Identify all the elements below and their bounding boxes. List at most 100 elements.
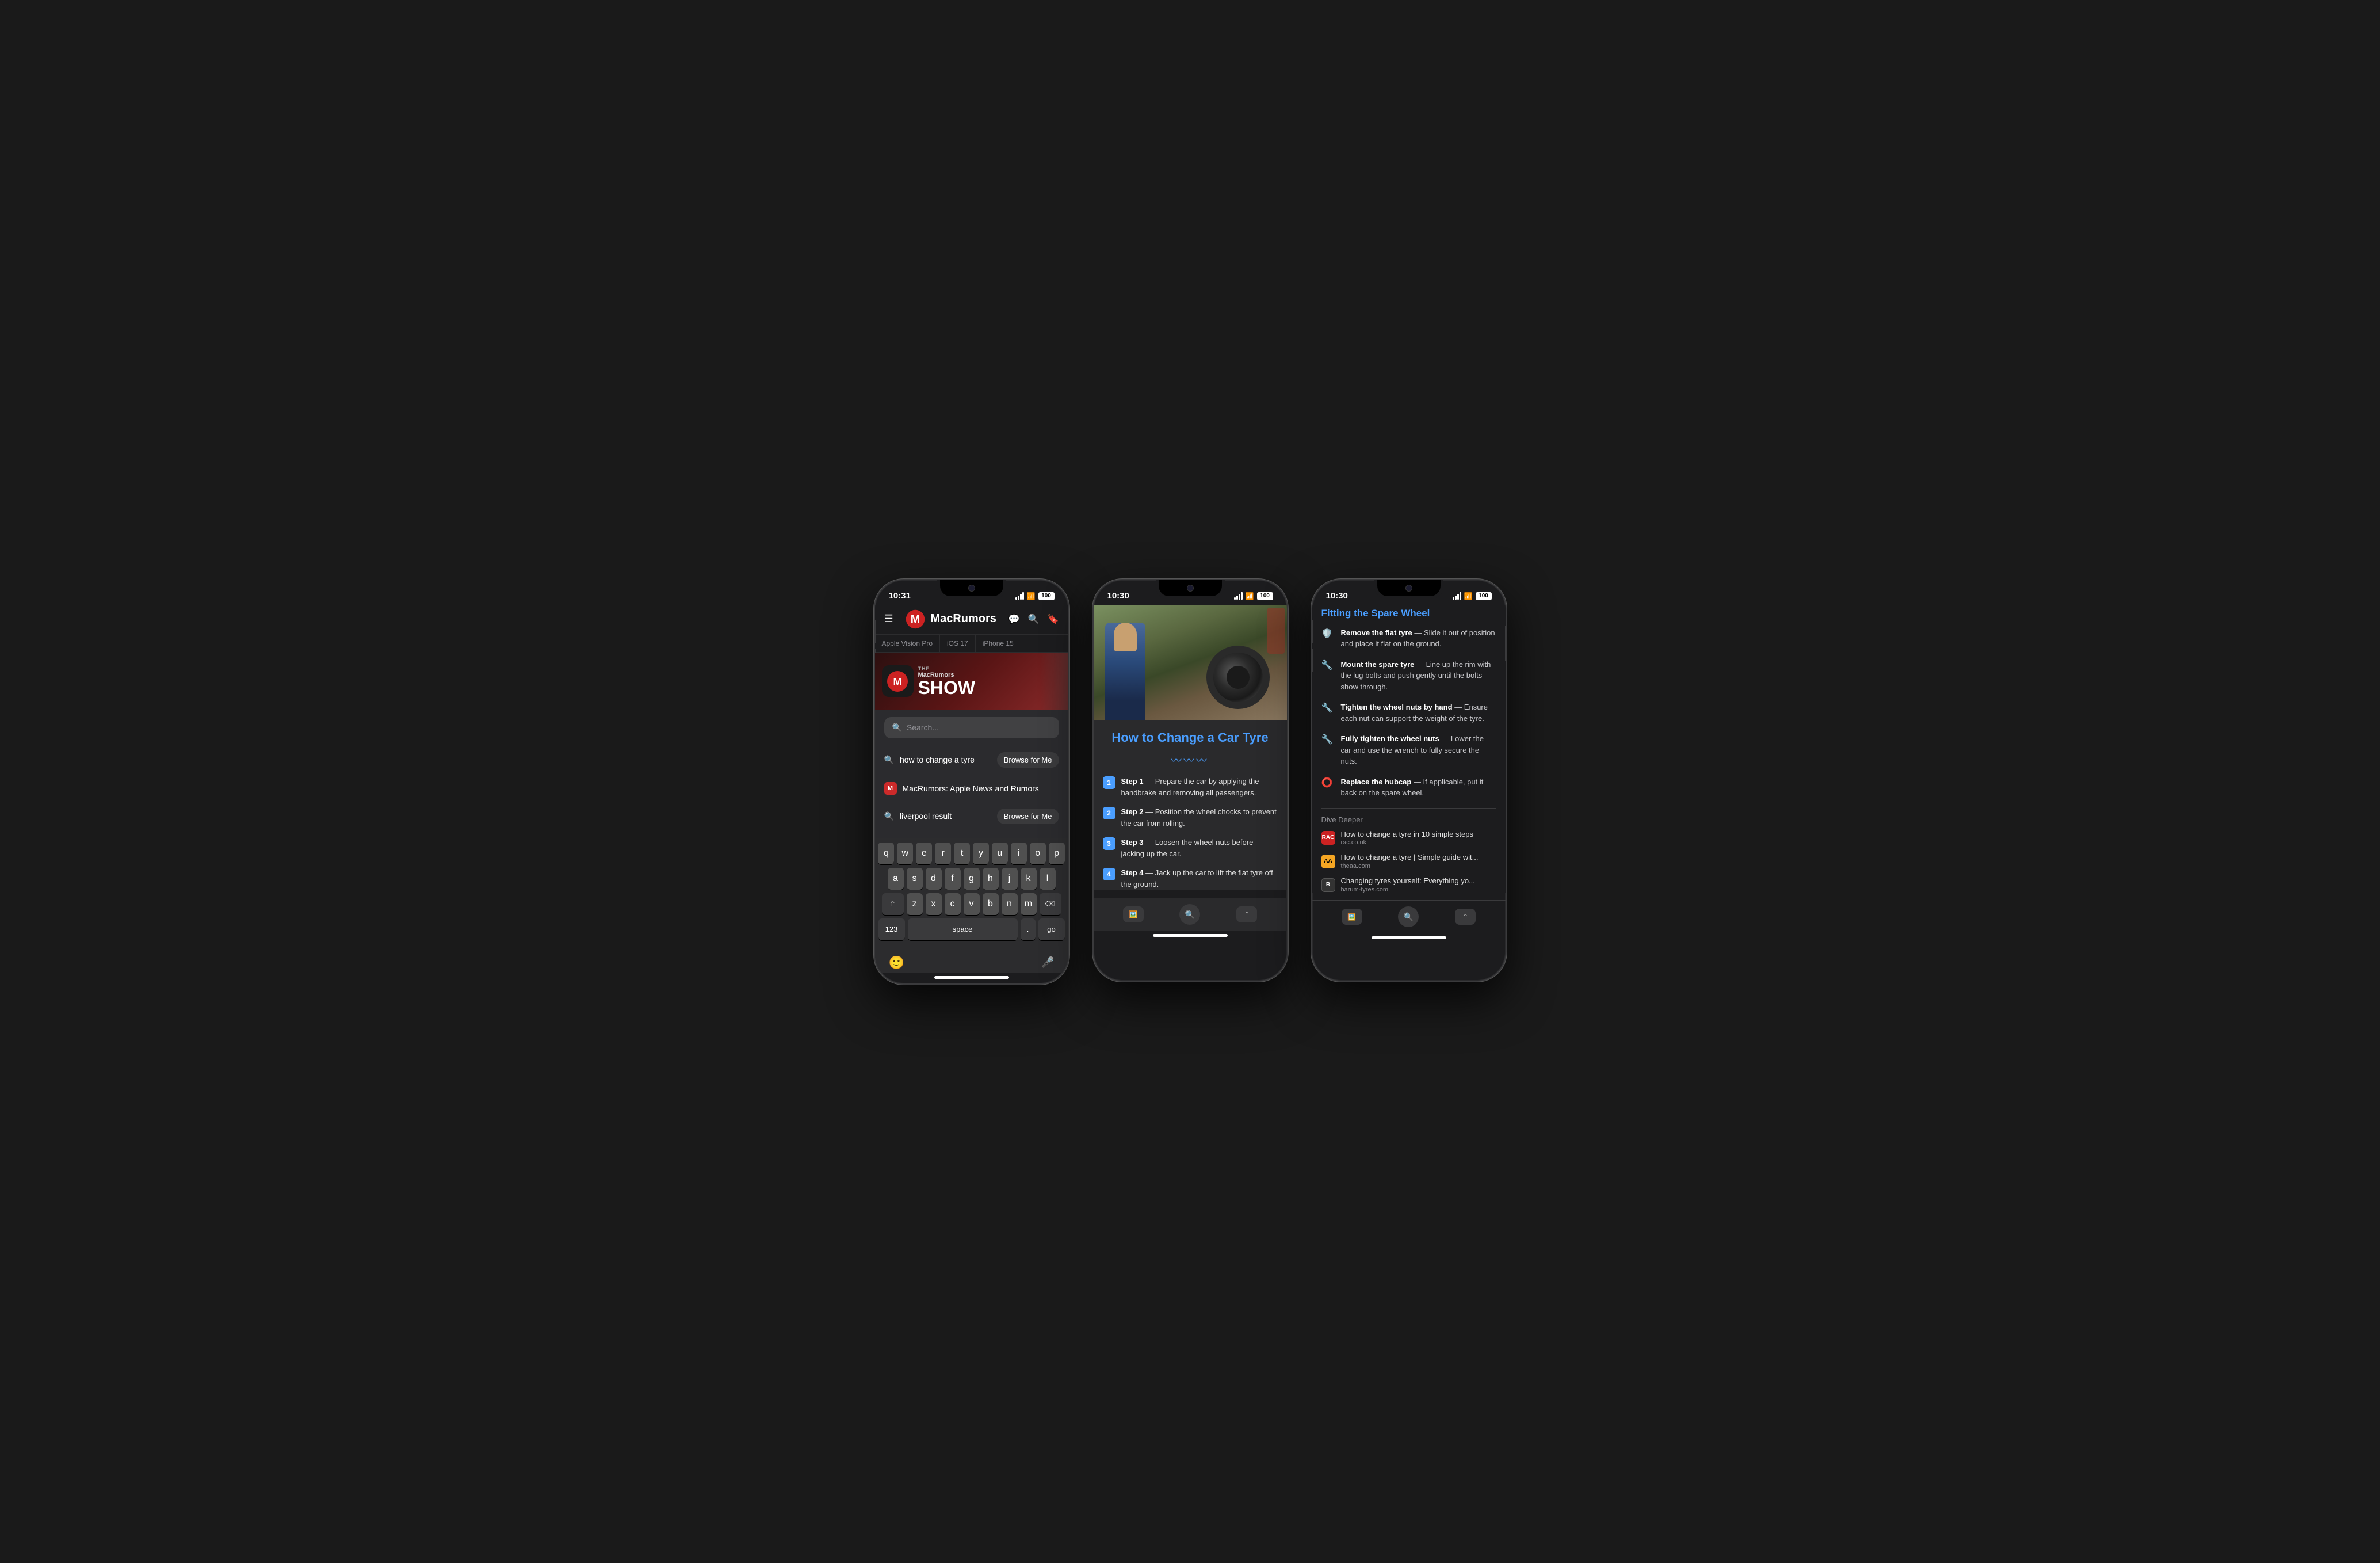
step-2-text: Step 2 — Position the wheel chocks to pr… xyxy=(1121,806,1278,829)
phone-3: 10:30 📶 100 Fitting the Spare Wheel 🛡️ R… xyxy=(1311,579,1507,982)
suggestion-3-search-icon: 🔍 xyxy=(884,811,894,821)
key-e[interactable]: e xyxy=(916,843,932,864)
article-body: How to Change a Car Tyre 〰〰〰 1 Step 1 — … xyxy=(1094,720,1287,890)
key-c[interactable]: c xyxy=(945,893,961,915)
wifi-icon-2: 📶 xyxy=(1246,592,1254,600)
microphone-icon[interactable]: 🎤 xyxy=(1041,956,1054,969)
key-g[interactable]: g xyxy=(964,868,980,890)
tab-apple-vision-pro[interactable]: Apple Vision Pro xyxy=(875,635,941,652)
key-j[interactable]: j xyxy=(1002,868,1018,890)
phone3-bottom-bar: 🖼️ 🔍 ⌃ xyxy=(1312,900,1506,933)
status-icons-3: 📶 100 xyxy=(1453,592,1492,600)
circle-icon-instr: ⭕ xyxy=(1321,777,1335,788)
key-z[interactable]: z xyxy=(907,893,923,915)
key-q[interactable]: q xyxy=(878,843,894,864)
search-nav-icon[interactable]: 🔍 xyxy=(1028,613,1040,625)
key-i[interactable]: i xyxy=(1011,843,1027,864)
key-b[interactable]: b xyxy=(983,893,999,915)
key-a[interactable]: a xyxy=(888,868,904,890)
phones-container: 10:31 📶 100 ☰ M MacRumors xyxy=(874,579,1507,985)
nav-action-icons: 💬 🔍 🔖 xyxy=(1008,613,1059,625)
key-n[interactable]: n xyxy=(1002,893,1018,915)
key-p[interactable]: p xyxy=(1049,843,1065,864)
home-indicator-3 xyxy=(1372,936,1446,939)
power-button-3 xyxy=(1505,626,1507,661)
step-1: 1 Step 1 — Prepare the car by applying t… xyxy=(1103,776,1278,798)
wifi-icon-1: 📶 xyxy=(1027,592,1036,600)
key-d[interactable]: d xyxy=(926,868,942,890)
logo-area: M MacRumors xyxy=(905,609,996,630)
search-bar[interactable]: 🔍 Search... xyxy=(884,717,1059,738)
key-s[interactable]: s xyxy=(907,868,923,890)
article-divider: 〰〰〰 xyxy=(1103,753,1278,768)
tab-iphone15[interactable]: iPhone 15 xyxy=(976,635,1021,652)
tyre-image-element xyxy=(1206,646,1270,709)
article-header-image xyxy=(1094,605,1287,720)
instruction-1-text: Remove the flat tyre — Slide it out of p… xyxy=(1341,627,1496,650)
browse-for-me-btn-1[interactable]: Browse for Me xyxy=(997,752,1059,768)
key-m[interactable]: m xyxy=(1021,893,1037,915)
source-2[interactable]: AA How to change a tyre | Simple guide w… xyxy=(1321,853,1496,870)
banner-fade xyxy=(1040,653,1068,710)
step-3-text: Step 3 — Loosen the wheel nuts before ja… xyxy=(1121,837,1278,859)
step-3: 3 Step 3 — Loosen the wheel nuts before … xyxy=(1103,837,1278,859)
step-1-text: Step 1 — Prepare the car by applying the… xyxy=(1121,776,1278,798)
suggestion-3-left: 🔍 liverpool result xyxy=(884,811,952,821)
aa-favicon-icon: AA xyxy=(1321,855,1335,868)
battery-icon-1: 100 xyxy=(1038,592,1055,600)
key-o[interactable]: o xyxy=(1030,843,1046,864)
key-w[interactable]: w xyxy=(897,843,913,864)
wrench-icon-2: 🔧 xyxy=(1321,702,1335,714)
suggestion-3-text: liverpool result xyxy=(900,811,952,821)
signal-icon-3 xyxy=(1453,593,1461,600)
home-indicator-2 xyxy=(1153,934,1228,937)
phone-1: 10:31 📶 100 ☰ M MacRumors xyxy=(874,579,1069,985)
banner-the-label: THE xyxy=(918,666,976,672)
source-1-url: rac.co.uk xyxy=(1341,839,1474,846)
time-1: 10:31 xyxy=(889,591,911,601)
emoji-icon[interactable]: 🙂 xyxy=(889,955,904,970)
key-x[interactable]: x xyxy=(926,893,942,915)
article-title: How to Change a Car Tyre xyxy=(1103,730,1278,746)
source-1-text-area: How to change a tyre in 10 simple steps … xyxy=(1341,830,1474,847)
source-3-title: Changing tyres yourself: Everything yo..… xyxy=(1341,876,1475,886)
key-r[interactable]: r xyxy=(935,843,951,864)
browse-for-me-btn-2[interactable]: Browse for Me xyxy=(997,809,1059,824)
hamburger-icon[interactable]: ☰ xyxy=(884,613,893,625)
source-1[interactable]: RAC How to change a tyre in 10 simple st… xyxy=(1321,830,1496,847)
wrench-icon-1: 🔧 xyxy=(1321,659,1335,671)
key-u[interactable]: u xyxy=(992,843,1008,864)
search-bottom-icon-3[interactable]: 🔍 xyxy=(1398,906,1419,927)
tab-ios17[interactable]: iOS 17 xyxy=(940,635,976,652)
bookmark-icon[interactable]: 🔖 xyxy=(1048,613,1059,625)
svg-text:M: M xyxy=(911,613,920,626)
show-logo-icon: M xyxy=(882,665,914,697)
key-t[interactable]: t xyxy=(954,843,970,864)
chevron-up-icon[interactable]: ⌃ xyxy=(1236,906,1257,922)
macrumors-favicon-icon: M xyxy=(884,782,897,795)
tab-icon-3-1[interactable]: 🖼️ xyxy=(1342,909,1362,925)
nav-bar-1: ☰ M MacRumors 💬 🔍 🔖 xyxy=(875,605,1068,635)
go-key[interactable]: go xyxy=(1038,918,1065,940)
camera-dot-2 xyxy=(1187,585,1194,592)
shift-key[interactable]: ⇧ xyxy=(882,893,904,915)
key-l[interactable]: l xyxy=(1040,868,1056,890)
dive-deeper-label: Dive Deeper xyxy=(1321,815,1496,824)
key-v[interactable]: v xyxy=(964,893,980,915)
search-bottom-icon[interactable]: 🔍 xyxy=(1179,904,1200,925)
space-key[interactable]: space xyxy=(908,918,1018,940)
key-f[interactable]: f xyxy=(945,868,961,890)
banner-show-label: SHOW xyxy=(918,678,976,697)
source-3[interactable]: B Changing tyres yourself: Everything yo… xyxy=(1321,876,1496,893)
tab-icon-1[interactable]: 🖼️ xyxy=(1123,906,1144,922)
instruction-3: 🔧 Tighten the wheel nuts by hand — Ensur… xyxy=(1321,702,1496,724)
key-k[interactable]: k xyxy=(1021,868,1037,890)
backspace-key[interactable]: ⌫ xyxy=(1040,893,1061,915)
numbers-key[interactable]: 123 xyxy=(878,918,905,940)
key-h[interactable]: h xyxy=(983,868,999,890)
key-y[interactable]: y xyxy=(973,843,989,864)
chevron-up-icon-3[interactable]: ⌃ xyxy=(1455,909,1476,925)
comment-icon[interactable]: 💬 xyxy=(1008,613,1020,625)
period-key[interactable]: . xyxy=(1021,918,1036,940)
status-icons-1: 📶 100 xyxy=(1015,592,1055,600)
